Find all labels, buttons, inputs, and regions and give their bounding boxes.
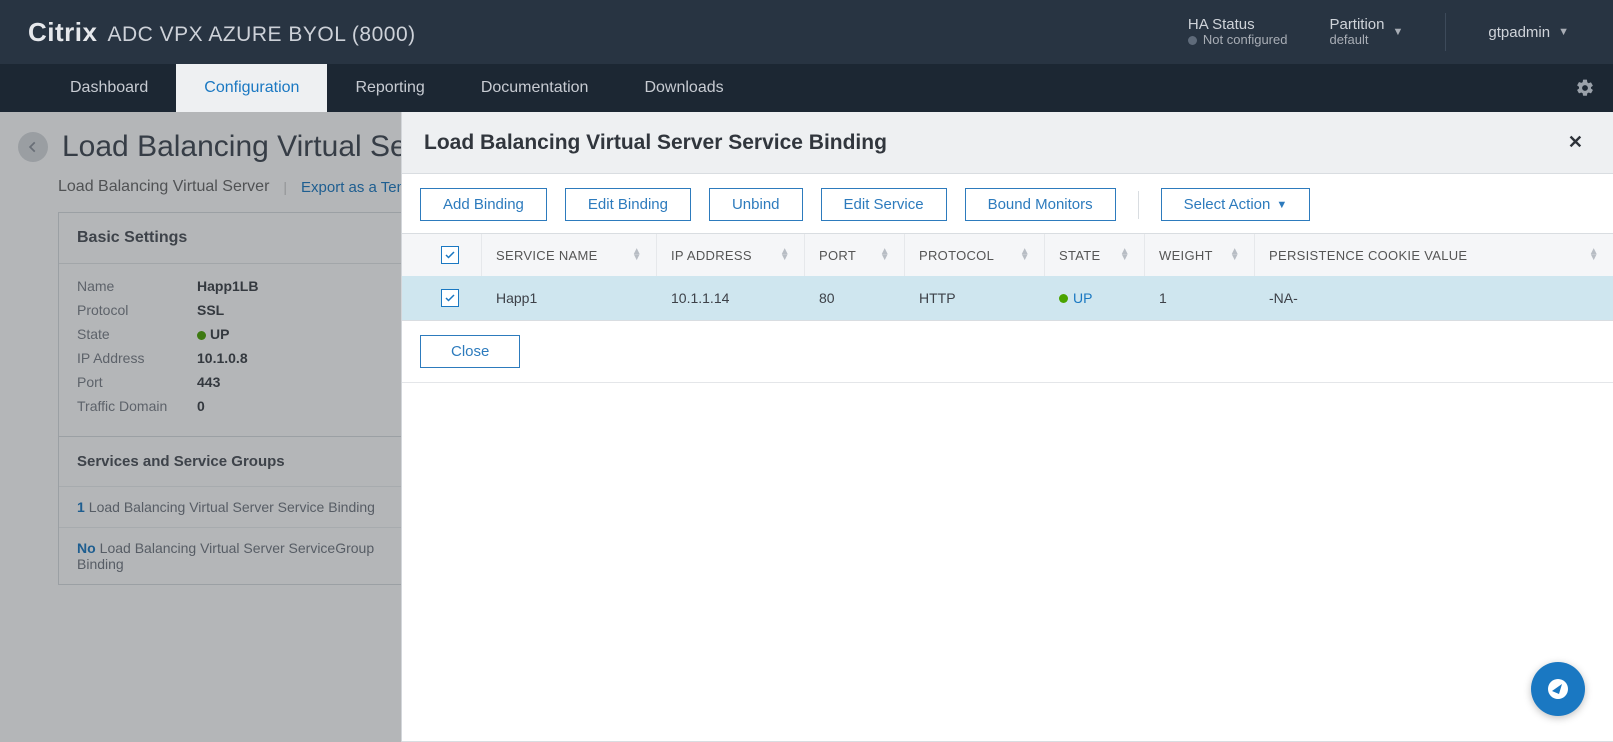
chevron-down-icon: ▼ bbox=[1276, 199, 1287, 211]
column-weight[interactable]: WEIGHT▲▼ bbox=[1145, 234, 1255, 276]
nav-dashboard[interactable]: Dashboard bbox=[42, 64, 176, 112]
nav-configuration[interactable]: Configuration bbox=[176, 64, 327, 112]
add-binding-button[interactable]: Add Binding bbox=[420, 188, 547, 221]
sort-icon: ▲▼ bbox=[1589, 249, 1599, 261]
sort-icon: ▲▼ bbox=[780, 249, 790, 261]
sort-icon: ▲▼ bbox=[1120, 249, 1130, 261]
column-protocol[interactable]: PROTOCOL▲▼ bbox=[905, 234, 1045, 276]
brand-sub: ADC VPX AZURE BYOL (8000) bbox=[107, 23, 415, 47]
nav-reporting[interactable]: Reporting bbox=[327, 64, 452, 112]
help-fab[interactable] bbox=[1531, 662, 1585, 716]
unbind-button[interactable]: Unbind bbox=[709, 188, 803, 221]
edit-binding-button[interactable]: Edit Binding bbox=[565, 188, 691, 221]
divider bbox=[1445, 13, 1446, 51]
chevron-down-icon: ▼ bbox=[1393, 26, 1404, 38]
brand-main: Citrix bbox=[28, 17, 97, 48]
modal-toolbar: Add Binding Edit Binding Unbind Edit Ser… bbox=[402, 174, 1613, 233]
cell-port: 80 bbox=[805, 276, 905, 320]
column-persistence-cookie[interactable]: PERSISTENCE COOKIE VALUE▲▼ bbox=[1255, 234, 1613, 276]
toolbar-divider bbox=[1138, 191, 1139, 219]
row-checkbox[interactable] bbox=[441, 289, 459, 307]
ha-status-dot-icon bbox=[1188, 36, 1197, 45]
table-header: SERVICE NAME▲▼ IP ADDRESS▲▼ PORT▲▼ PROTO… bbox=[402, 234, 1613, 276]
modal-title: Load Balancing Virtual Server Service Bi… bbox=[424, 131, 887, 155]
settings-gear-icon[interactable] bbox=[1557, 64, 1613, 112]
status-dot-icon bbox=[1059, 294, 1068, 303]
sort-icon: ▲▼ bbox=[1230, 249, 1240, 261]
column-select-all[interactable] bbox=[402, 234, 482, 276]
ha-status-label: HA Status bbox=[1188, 16, 1288, 33]
bindings-table: SERVICE NAME▲▼ IP ADDRESS▲▼ PORT▲▼ PROTO… bbox=[402, 233, 1613, 321]
cell-service-name: Happ1 bbox=[482, 276, 657, 320]
partition-value: default bbox=[1329, 33, 1384, 48]
column-port[interactable]: PORT▲▼ bbox=[805, 234, 905, 276]
edit-service-button[interactable]: Edit Service bbox=[821, 188, 947, 221]
column-state[interactable]: STATE▲▼ bbox=[1045, 234, 1145, 276]
close-button[interactable]: Close bbox=[420, 335, 520, 368]
cell-cookie: -NA- bbox=[1255, 276, 1613, 320]
ha-status: HA Status Not configured bbox=[1188, 16, 1288, 48]
table-row[interactable]: Happ1 10.1.1.14 80 HTTP UP 1 -NA- bbox=[402, 276, 1613, 320]
select-action-label: Select Action bbox=[1184, 196, 1271, 213]
ha-status-text: Not configured bbox=[1203, 33, 1288, 48]
column-ip-address[interactable]: IP ADDRESS▲▼ bbox=[657, 234, 805, 276]
close-icon[interactable]: ✕ bbox=[1560, 128, 1591, 157]
user-name: gtpadmin bbox=[1488, 24, 1550, 41]
nav-downloads[interactable]: Downloads bbox=[616, 64, 751, 112]
select-action-dropdown[interactable]: Select Action ▼ bbox=[1161, 188, 1311, 221]
modal-header: Load Balancing Virtual Server Service Bi… bbox=[402, 112, 1613, 174]
nav-documentation[interactable]: Documentation bbox=[453, 64, 617, 112]
sort-icon: ▲▼ bbox=[1020, 249, 1030, 261]
top-bar: Citrix ADC VPX AZURE BYOL (8000) HA Stat… bbox=[0, 0, 1613, 64]
sort-icon: ▲▼ bbox=[880, 249, 890, 261]
nav-bar: Dashboard Configuration Reporting Docume… bbox=[0, 64, 1613, 112]
bound-monitors-button[interactable]: Bound Monitors bbox=[965, 188, 1116, 221]
modal-footer: Close bbox=[402, 321, 1613, 383]
ha-status-value: Not configured bbox=[1188, 33, 1288, 48]
partition-label: Partition bbox=[1329, 16, 1384, 33]
cell-weight: 1 bbox=[1145, 276, 1255, 320]
select-all-checkbox[interactable] bbox=[441, 246, 459, 264]
cell-protocol: HTTP bbox=[905, 276, 1045, 320]
cell-ip-address: 10.1.1.14 bbox=[657, 276, 805, 320]
user-menu[interactable]: gtpadmin ▼ bbox=[1472, 0, 1585, 64]
cell-state: UP bbox=[1045, 276, 1145, 320]
service-binding-modal: Load Balancing Virtual Server Service Bi… bbox=[401, 112, 1613, 742]
chevron-down-icon: ▼ bbox=[1558, 26, 1569, 38]
sort-icon: ▲▼ bbox=[632, 249, 642, 261]
column-service-name[interactable]: SERVICE NAME▲▼ bbox=[482, 234, 657, 276]
topbar-right: HA Status Not configured Partition defau… bbox=[1188, 0, 1585, 64]
brand: Citrix ADC VPX AZURE BYOL (8000) bbox=[28, 17, 416, 48]
partition-selector[interactable]: Partition default ▼ bbox=[1313, 0, 1419, 64]
